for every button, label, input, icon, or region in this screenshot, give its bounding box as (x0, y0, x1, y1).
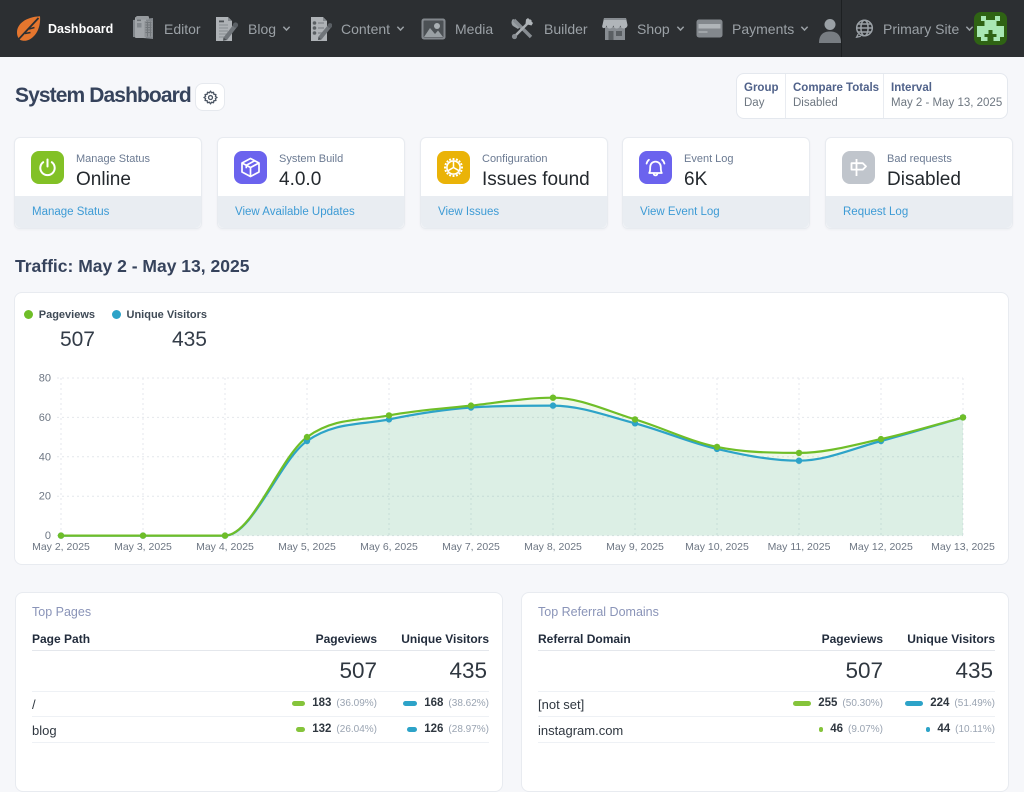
svg-text:May 4, 2025: May 4, 2025 (196, 541, 254, 553)
svg-text:40: 40 (39, 451, 51, 463)
svg-text:May 2, 2025: May 2, 2025 (32, 541, 90, 553)
svg-text:May 13, 2025: May 13, 2025 (931, 541, 995, 553)
svg-text:May 5, 2025: May 5, 2025 (278, 541, 336, 553)
svg-text:May 9, 2025: May 9, 2025 (606, 541, 664, 553)
svg-text:May 3, 2025: May 3, 2025 (114, 541, 172, 553)
svg-text:May 8, 2025: May 8, 2025 (524, 541, 582, 553)
svg-text:May 12, 2025: May 12, 2025 (849, 541, 913, 553)
svg-text:May 7, 2025: May 7, 2025 (442, 541, 500, 553)
svg-text:May 10, 2025: May 10, 2025 (685, 541, 749, 553)
svg-text:20: 20 (39, 491, 51, 503)
svg-text:60: 60 (39, 412, 51, 424)
svg-text:May 11, 2025: May 11, 2025 (768, 541, 831, 553)
svg-text:May 6, 2025: May 6, 2025 (360, 541, 418, 553)
svg-text:80: 80 (39, 373, 51, 385)
